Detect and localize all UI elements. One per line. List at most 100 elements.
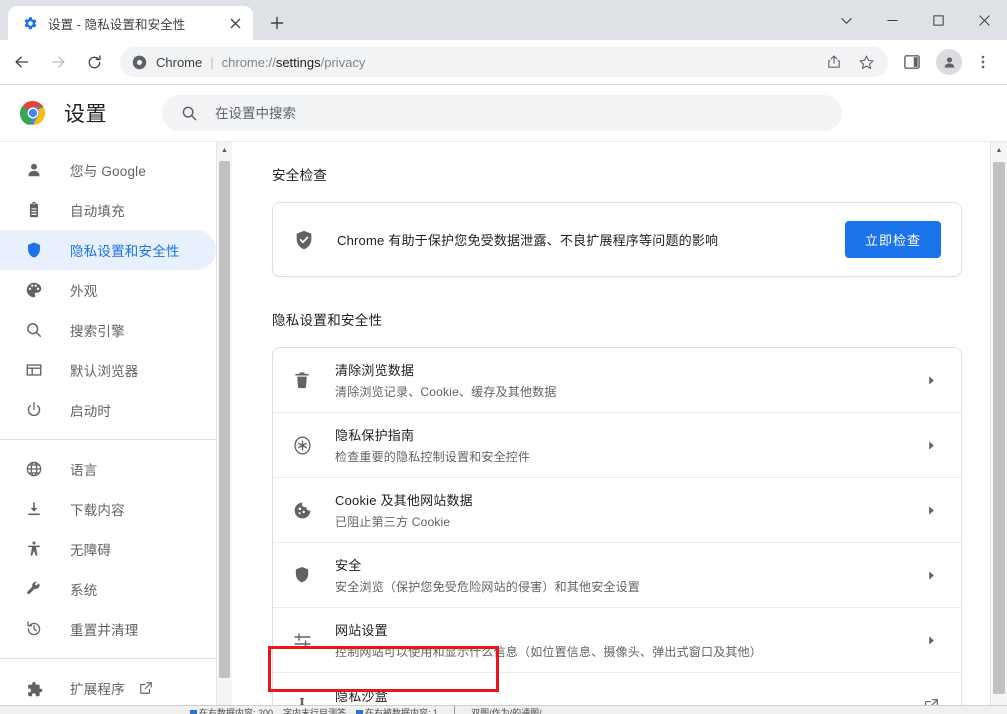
sidebar-item-label: 无障碍	[70, 543, 112, 558]
shield-icon	[291, 564, 313, 586]
accessibility-icon	[24, 539, 44, 559]
setting-row-cookies[interactable]: Cookie 及其他网站数据 已阻止第三方 Cookie	[273, 478, 961, 543]
chevron-right-icon[interactable]	[921, 505, 941, 516]
browser-tab[interactable]: 设置 - 隐私设置和安全性	[8, 6, 253, 40]
globe-icon	[24, 459, 44, 479]
checkbox-icon	[356, 710, 364, 714]
sidebar-item-extensions[interactable]: 扩展程序	[0, 668, 216, 708]
sidebar-divider	[0, 658, 232, 659]
maximize-icon[interactable]	[915, 4, 961, 36]
star-icon[interactable]	[853, 49, 879, 75]
gear-icon	[22, 15, 38, 31]
forward-icon[interactable]	[42, 46, 74, 78]
chevron-right-icon[interactable]	[921, 440, 941, 451]
palette-icon	[24, 280, 44, 300]
content-scroll-up-arrow[interactable]: ▲	[991, 142, 1007, 159]
privacy-settings-list: 清除浏览数据 清除浏览记录、Cookie、缓存及其他数据 隐私保护指南 检查重要…	[272, 347, 962, 714]
sidebar-item-downloads[interactable]: 下载内容	[0, 489, 216, 529]
avatar[interactable]	[936, 49, 962, 75]
tab-search-icon[interactable]	[823, 4, 869, 36]
chevron-right-icon[interactable]	[921, 375, 941, 386]
setting-row-text: Cookie 及其他网站数据 已阻止第三方 Cookie	[335, 490, 921, 530]
shield-icon	[24, 240, 44, 260]
settings-body: 您与 Google 自动填充 隐私设置和安全性 外观 搜索引擎 默认浏览器 启动…	[0, 141, 1007, 714]
search-input[interactable]	[215, 95, 842, 131]
settings-header: 设置	[0, 85, 1007, 141]
chevron-right-icon[interactable]	[921, 635, 941, 646]
setting-row-title: 安全	[335, 558, 362, 573]
setting-row-site-settings[interactable]: 网站设置 控制网站可以使用和显示什么信息（如位置信息、摄像头、弹出式窗口及其他）	[273, 608, 961, 673]
sidebar-scroll-thumb[interactable]	[219, 161, 230, 678]
share-icon[interactable]	[821, 49, 847, 75]
minimize-icon[interactable]	[869, 4, 915, 36]
sidebar-item-you-and-google[interactable]: 您与 Google	[0, 150, 216, 190]
sidebar-item-label: 外观	[70, 284, 98, 299]
clipboard-icon	[24, 200, 44, 220]
security-chip-label: Chrome	[156, 54, 203, 70]
sidebar-item-languages[interactable]: 语言	[0, 449, 216, 489]
tab-strip: 设置 - 隐私设置和安全性	[0, 0, 1007, 40]
sidebar-item-label: 搜索引擎	[70, 324, 125, 339]
setting-row-subtitle: 控制网站可以使用和显示什么信息（如位置信息、摄像头、弹出式窗口及其他）	[335, 645, 763, 659]
address-bar[interactable]: Chrome | chrome://settings/privacy	[120, 47, 888, 77]
checkbox-icon	[190, 710, 197, 714]
reload-icon[interactable]	[78, 46, 110, 78]
run-safety-check-button[interactable]: 立即检查	[844, 221, 941, 258]
setting-row-text: 安全 安全浏览（保护您免受危险网站的侵害）和其他安全设置	[335, 555, 921, 595]
sidebar-group-general: 您与 Google 自动填充 隐私设置和安全性 外观 搜索引擎 默认浏览器 启动…	[0, 150, 232, 430]
setting-row-security[interactable]: 安全 安全浏览（保护您免受危险网站的侵害）和其他安全设置	[273, 543, 961, 608]
side-panel-icon[interactable]	[896, 46, 928, 78]
page-title: 设置	[64, 103, 107, 126]
omnibox-separator: |	[210, 54, 214, 70]
sidebar-item-reset-and-cleanup[interactable]: 重置并清理	[0, 609, 216, 649]
content-scrollbar[interactable]: ▲ ▼	[990, 142, 1007, 714]
url-path: /privacy	[320, 54, 366, 70]
chrome-logo	[20, 100, 46, 126]
url-prefix: chrome://	[221, 54, 276, 70]
three-dot-menu-icon[interactable]	[967, 46, 999, 78]
setting-row-privacy-guide[interactable]: 隐私保护指南 检查重要的隐私控制设置和安全控件	[273, 413, 961, 478]
sidebar-item-search-engine[interactable]: 搜索引擎	[0, 310, 216, 350]
search-icon	[180, 104, 199, 123]
sidebar-item-default-browser[interactable]: 默认浏览器	[0, 350, 216, 390]
divider	[454, 706, 456, 714]
sidebar-item-label: 下载内容	[70, 503, 125, 518]
settings-sidebar: 您与 Google 自动填充 隐私设置和安全性 外观 搜索引擎 默认浏览器 启动…	[0, 142, 232, 714]
setting-row-text: 网站设置 控制网站可以使用和显示什么信息（如位置信息、摄像头、弹出式窗口及其他）	[335, 620, 921, 660]
sidebar-item-autofill[interactable]: 自动填充	[0, 190, 216, 230]
settings-search-box[interactable]	[162, 95, 842, 131]
back-icon[interactable]	[6, 46, 38, 78]
puzzle-icon	[24, 678, 44, 698]
setting-row-clear-browsing-data[interactable]: 清除浏览数据 清除浏览记录、Cookie、缓存及其他数据	[273, 348, 961, 413]
bg-fragment: 字内末行目测答	[283, 708, 347, 714]
chevron-right-icon[interactable]	[921, 570, 941, 581]
history-restore-icon	[24, 619, 44, 639]
sidebar-item-accessibility[interactable]: 无障碍	[0, 529, 216, 569]
tab-title: 设置 - 隐私设置和安全性	[48, 17, 186, 32]
sidebar-scrollbar[interactable]: ▲ ▼	[216, 142, 232, 714]
bg-fragment: 双图/作为/的通图/	[471, 708, 542, 714]
settings-content-area: 安全检查 Chrome 有助于保护您免受数据泄露、不良扩展程序等问题的影响 立即…	[232, 142, 1007, 714]
chrome-icon	[130, 53, 148, 71]
sidebar-group-advanced: 语言 下载内容 无障碍 系统 重置并清理	[0, 449, 232, 649]
omnibox-actions	[818, 49, 882, 75]
setting-row-title: 隐私沙盒	[335, 688, 388, 704]
sidebar-item-system[interactable]: 系统	[0, 569, 216, 609]
sidebar-item-appearance[interactable]: 外观	[0, 270, 216, 310]
sidebar-scroll-up-arrow[interactable]: ▲	[217, 142, 232, 159]
sidebar-item-on-startup[interactable]: 启动时	[0, 390, 216, 430]
content-scroll-thumb[interactable]	[993, 162, 1005, 694]
sidebar-item-label: 系统	[70, 583, 98, 598]
setting-row-title: 清除浏览数据	[335, 363, 415, 378]
sidebar-item-label: 重置并清理	[70, 623, 139, 638]
close-icon[interactable]	[961, 4, 1007, 36]
sidebar-item-privacy-and-security[interactable]: 隐私设置和安全性	[0, 230, 216, 270]
url-host: settings	[275, 54, 321, 70]
background-window-text: 在右数据内容: 200 字内末行目测答 在右被数据内容: 1 双图/作为/的通图…	[0, 706, 1007, 714]
tab-close-icon[interactable]	[223, 11, 247, 35]
setting-row-subtitle: 安全浏览（保护您免受危险网站的侵害）和其他安全设置	[335, 580, 641, 594]
shield-check-icon	[293, 229, 315, 251]
new-tab-button[interactable]	[263, 9, 291, 37]
browser-toolbar: Chrome | chrome://settings/privacy	[0, 40, 1007, 85]
setting-row-title: 网站设置	[335, 623, 388, 638]
